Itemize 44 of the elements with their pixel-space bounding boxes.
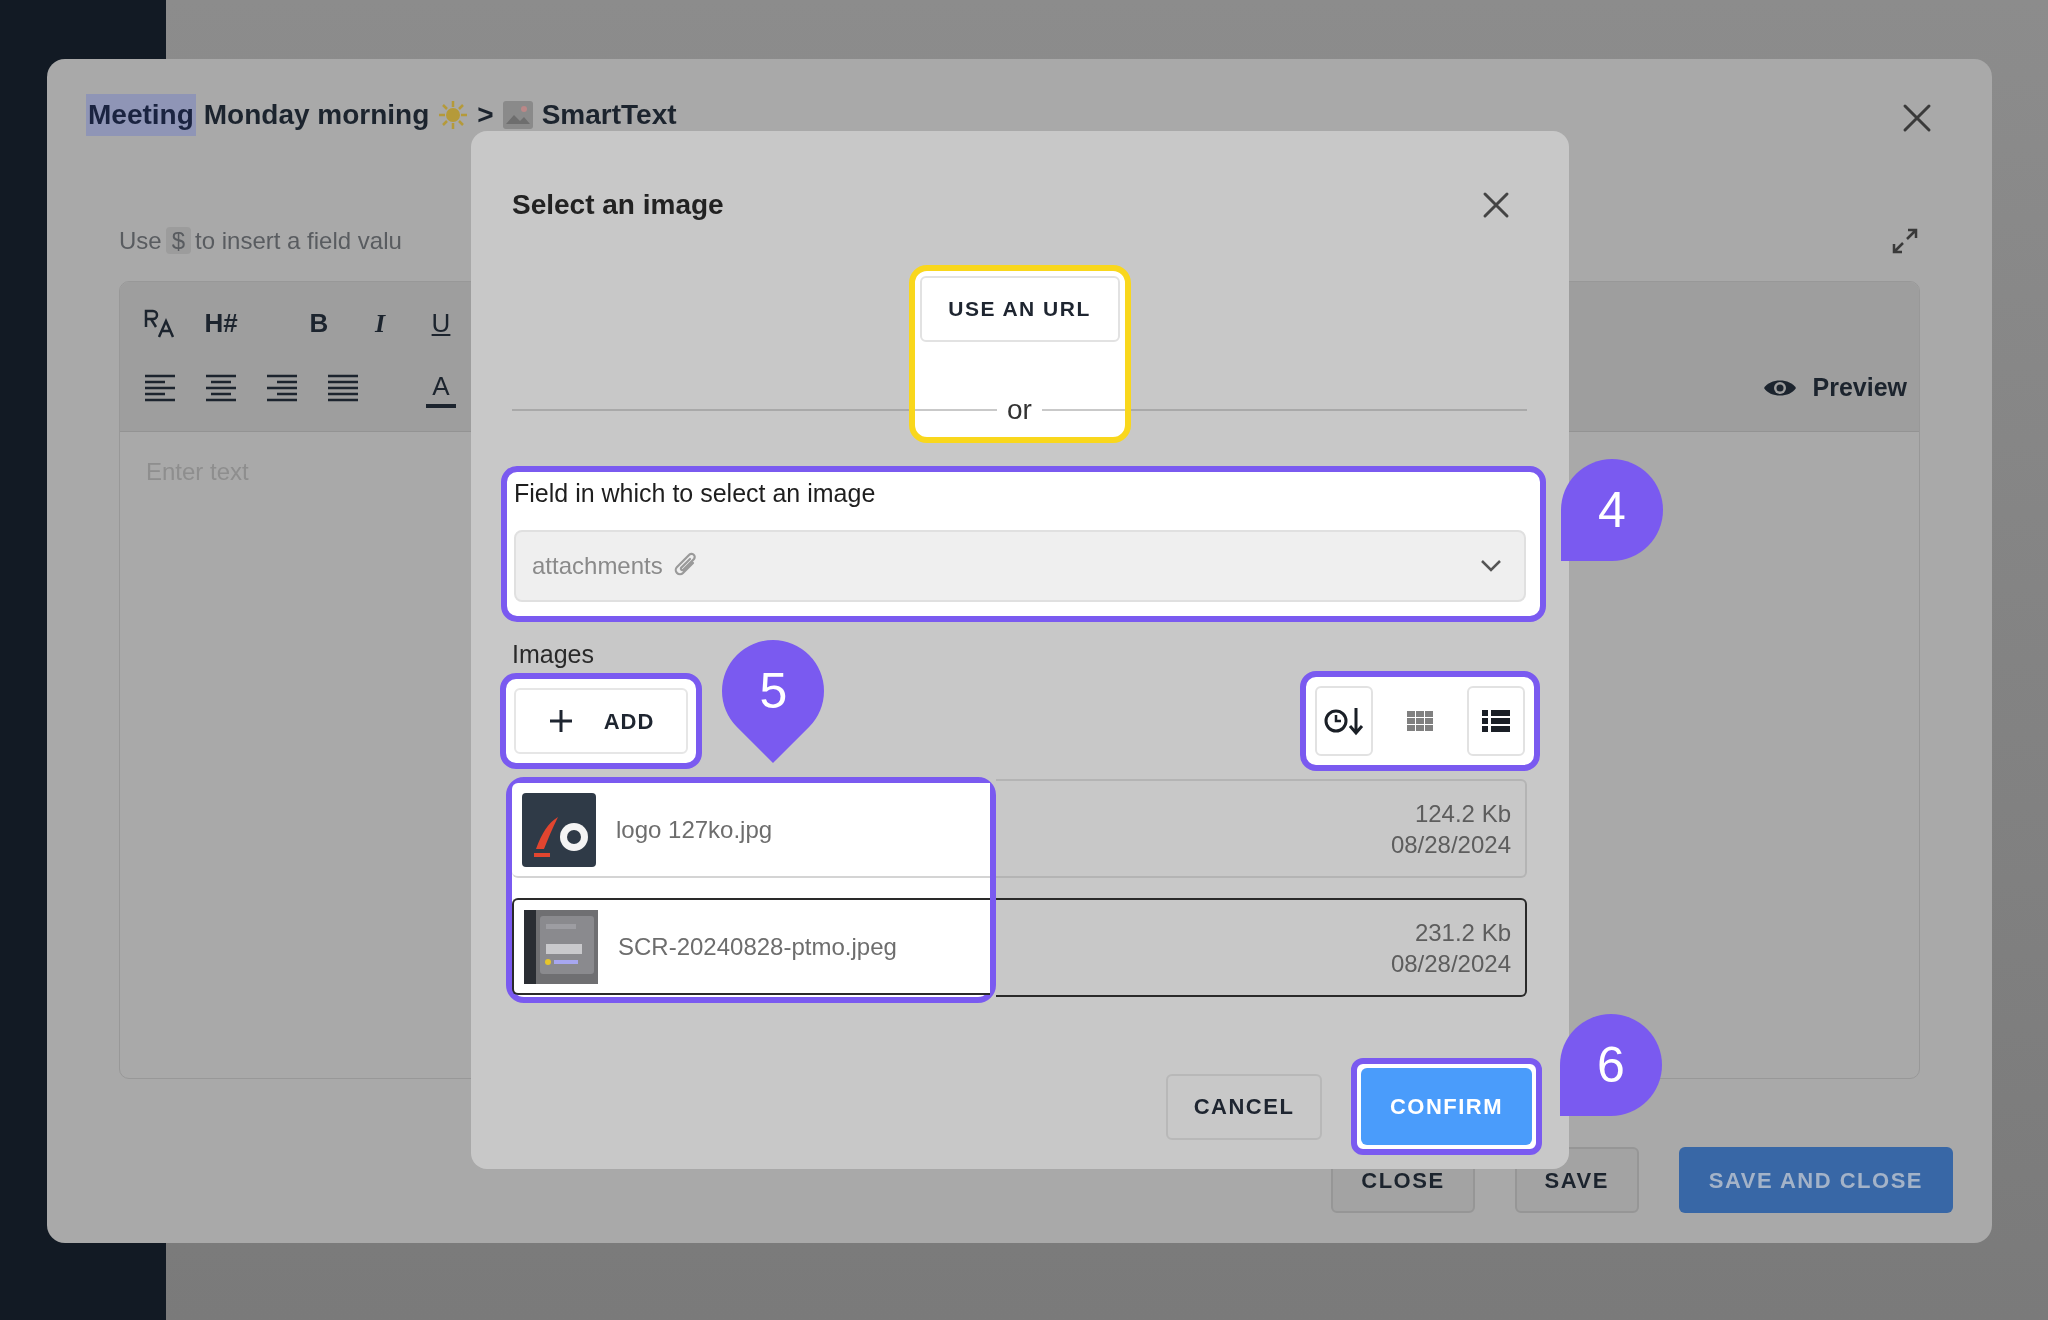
sun-icon: [437, 99, 470, 131]
align-right-icon[interactable]: [265, 372, 299, 404]
preview-button[interactable]: Preview: [1762, 364, 1907, 412]
bold-button[interactable]: B: [295, 299, 343, 347]
clock-arrow-icon: [1324, 705, 1364, 737]
dialog-title: Select an image: [512, 188, 724, 222]
align-center-icon[interactable]: [204, 372, 238, 404]
file-date: 08/28/2024: [1390, 948, 1511, 979]
list-view-button[interactable]: [1467, 686, 1525, 756]
breadcrumb-item: SmartText: [541, 98, 677, 132]
file-name: logo 127ko.jpg: [616, 814, 773, 845]
close-icon[interactable]: [1902, 103, 1932, 133]
italic-button[interactable]: I: [356, 299, 404, 347]
close-icon[interactable]: [1482, 191, 1510, 219]
file-date: 08/28/2024: [1390, 829, 1511, 860]
window-title: Monday morning: [203, 98, 430, 132]
file-row[interactable]: SCR-20240828-ptmo.jpeg: [512, 898, 990, 995]
list-icon: [1482, 710, 1510, 732]
breadcrumb-separator: >: [477, 98, 494, 132]
cancel-button[interactable]: CANCEL: [1166, 1073, 1322, 1140]
plus-icon: [547, 708, 574, 734]
image-icon: [501, 100, 534, 130]
hint-text: Use $ to insert a field valu: [119, 226, 402, 256]
selected-text: Meeting: [86, 94, 196, 136]
select-field[interactable]: attachments: [514, 530, 1526, 602]
grid-icon: [1407, 711, 1433, 731]
align-left-icon[interactable]: [143, 372, 177, 404]
text-color-button[interactable]: A: [426, 368, 456, 408]
heading-button[interactable]: H#: [197, 299, 245, 347]
file-row[interactable]: logo 127ko.jpg: [512, 783, 990, 878]
chevron-icon: [1480, 559, 1502, 573]
file-name: SCR-20240828-ptmo.jpeg: [618, 931, 897, 962]
justify-icon[interactable]: [326, 372, 360, 404]
field-label: Field in which to select an image: [514, 478, 877, 509]
file-size: 231.2 Kb: [1414, 917, 1511, 948]
separator-text: or: [1007, 393, 1032, 427]
sort-button[interactable]: [1315, 686, 1373, 756]
expand-icon[interactable]: [1890, 226, 1920, 256]
underline-button[interactable]: U: [417, 299, 465, 347]
font-size-icon[interactable]: [143, 307, 177, 339]
url-button[interactable]: USE AN URL: [919, 276, 1120, 342]
add-button[interactable]: ADD: [514, 688, 688, 754]
section-label: Images: [512, 639, 595, 670]
file-size: 124.2 Kb: [1414, 798, 1511, 829]
